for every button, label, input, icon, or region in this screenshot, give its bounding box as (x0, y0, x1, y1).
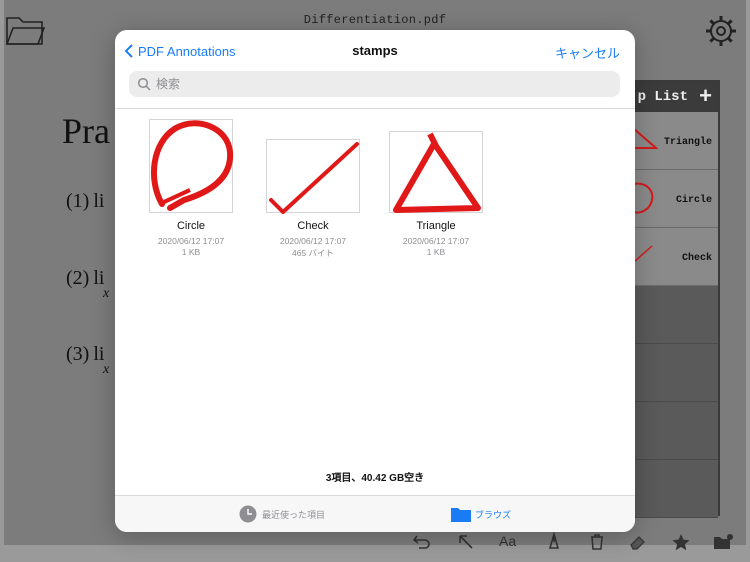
file-date: 2020/06/12 17:07 (402, 236, 470, 246)
folder-icon[interactable] (4, 12, 46, 48)
stamp-item-label: Triangle (663, 137, 712, 148)
text-icon[interactable]: Aa (499, 533, 516, 555)
problem-2-subscript: x (103, 286, 110, 301)
divider (115, 108, 635, 109)
circle-stamp-thumbnail-icon (150, 120, 234, 211)
clock-icon (239, 505, 257, 523)
tab-browse[interactable]: ブラウズ (451, 506, 511, 522)
picker-tab-bar: 最近使った項目 ブラウズ (115, 495, 635, 532)
check-stamp-thumbnail-icon (269, 142, 359, 214)
folder-icon (451, 508, 471, 522)
chevron-left-icon (124, 44, 133, 58)
file-item-check[interactable]: Check 2020/06/12 17:07 465 バイト (258, 119, 368, 259)
file-thumbnail (389, 131, 483, 213)
document-title: Differentiation.pdf (303, 13, 447, 27)
file-date: 2020/06/12 17:07 (157, 236, 225, 246)
problem-text: li (93, 190, 105, 212)
file-item-triangle[interactable]: Triangle 2020/06/12 17:07 1 KB (381, 119, 491, 257)
back-button[interactable]: PDF Annotations (124, 41, 236, 61)
problem-1: (1) li (66, 190, 104, 213)
file-picker-sheet: PDF Annotations stamps キャンセル Circle 2020… (115, 30, 635, 532)
search-input[interactable] (156, 77, 596, 91)
file-name: Check (297, 220, 329, 232)
problem-number: (3) (66, 343, 90, 365)
problem-number: (1) (66, 190, 90, 212)
file-thumbnail (266, 139, 360, 214)
file-name: Triangle (416, 220, 456, 232)
storage-info: 3項目、40.42 GB空き (325, 473, 425, 484)
stamp-item-label: Check (681, 253, 712, 264)
file-item-circle[interactable]: Circle 2020/06/12 17:07 1 KB (136, 119, 246, 257)
folder-settings-icon[interactable] (712, 531, 734, 553)
gear-icon[interactable] (704, 14, 738, 48)
problem-3: (3) li (66, 343, 104, 366)
stamp-item-label: Circle (675, 195, 712, 206)
check-stamp-icon (633, 245, 653, 263)
file-name: Circle (176, 220, 206, 232)
tab-browse-label: ブラウズ (475, 509, 512, 520)
eraser-icon[interactable] (627, 531, 649, 553)
tab-recents[interactable]: 最近使った項目 (239, 505, 325, 523)
triangle-stamp-icon (633, 128, 658, 149)
pointer-icon[interactable] (455, 531, 477, 553)
file-size: 465 バイト (291, 248, 335, 258)
problem-2: (2) li (66, 267, 104, 290)
triangle-stamp-thumbnail-icon (393, 132, 481, 213)
stamp-list-title: p List (637, 89, 688, 105)
file-date: 2020/06/12 17:07 (279, 236, 347, 246)
problem-3-subscript: x (103, 362, 110, 377)
file-size: 1 KB (426, 247, 446, 257)
search-bar[interactable] (129, 71, 620, 97)
cancel-button[interactable]: キャンセル (555, 43, 620, 62)
document-heading: Pra (62, 111, 110, 151)
tab-recents-label: 最近使った項目 (262, 509, 326, 520)
circle-stamp-icon (633, 182, 654, 214)
add-stamp-button[interactable]: + (699, 83, 712, 109)
back-button-label: PDF Annotations (138, 43, 236, 59)
search-icon (137, 77, 151, 91)
file-size: 1 KB (181, 247, 201, 257)
problem-number: (2) (66, 267, 90, 289)
file-thumbnail (149, 119, 234, 213)
bottom-toolbar: Aa (0, 527, 750, 562)
pen-icon[interactable] (543, 531, 565, 553)
trash-icon[interactable] (586, 531, 608, 553)
undo-icon[interactable] (411, 531, 433, 553)
star-icon[interactable] (670, 531, 692, 553)
